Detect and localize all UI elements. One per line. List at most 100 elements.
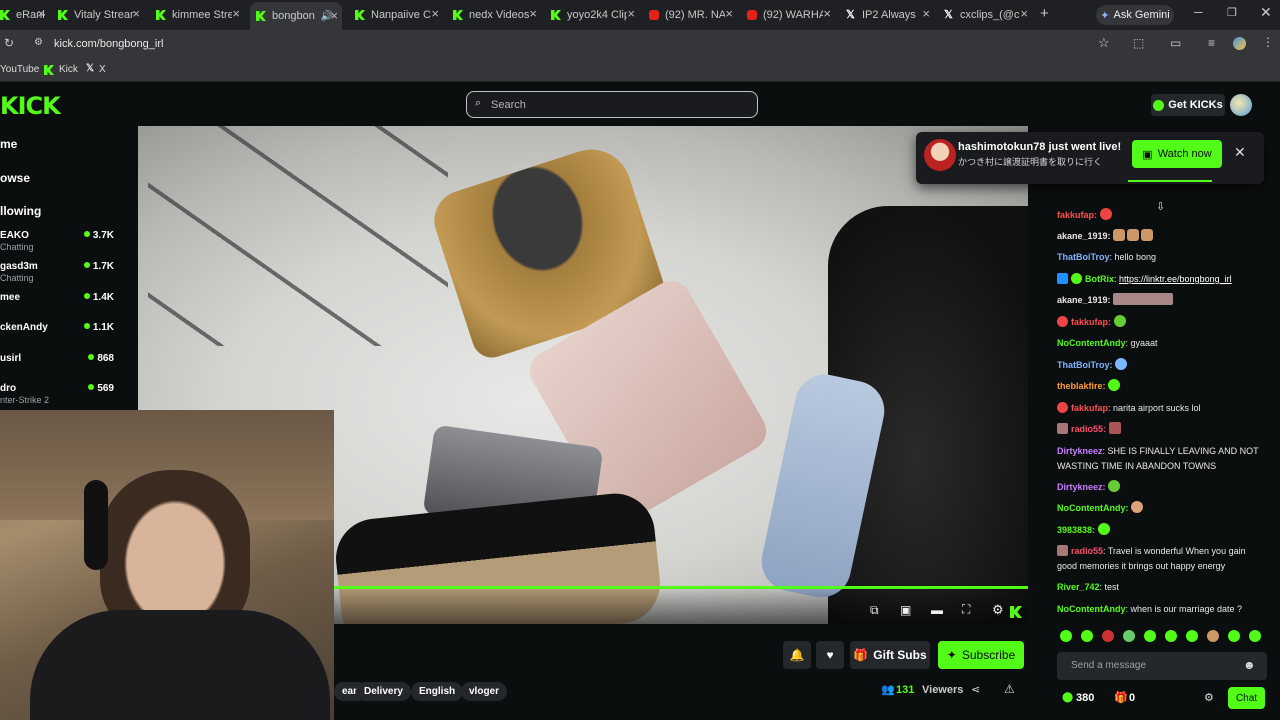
close-tab-icon[interactable]: × xyxy=(1020,6,1028,21)
emote-icon xyxy=(1099,208,1112,220)
maximize-icon[interactable]: ❐ xyxy=(1227,6,1237,19)
close-window-icon[interactable]: ✕ xyxy=(1260,4,1272,21)
points-icon: ⬤ xyxy=(1062,692,1074,703)
url-field[interactable]: kick.com/bongbong_irl xyxy=(54,38,163,50)
emote-icon[interactable] xyxy=(1165,630,1177,642)
extensions-icon[interactable]: ⬚ xyxy=(1133,36,1144,50)
close-tab-icon[interactable]: × xyxy=(431,6,439,21)
get-kicks-button[interactable]: Get KICKs xyxy=(1151,94,1225,116)
search-bar[interactable]: ⌕ Search xyxy=(466,91,758,118)
browser-tab[interactable]: kimmee Stre × xyxy=(156,4,240,26)
chat-input[interactable]: Send a message ☻ xyxy=(1057,652,1267,680)
bookmark-star-icon[interactable]: ☆ xyxy=(1098,35,1110,51)
emote-icon[interactable] xyxy=(1060,630,1072,642)
emote-icon[interactable] xyxy=(1228,630,1240,642)
close-tab-icon[interactable]: × xyxy=(132,6,140,21)
media-control-icon[interactable]: ≡ xyxy=(1208,36,1215,50)
minimize-icon[interactable]: ─ xyxy=(1194,5,1203,19)
browser-tab-active[interactable]: bongbon 🔊 × xyxy=(250,2,342,30)
sidebar-channel[interactable]: gasd3m Chatting 1.7K xyxy=(0,261,114,291)
follow-heart-button[interactable]: ♥ xyxy=(816,641,844,669)
bookmark-kick[interactable]: Kick xyxy=(59,64,78,75)
chat-send-button[interactable]: Chat xyxy=(1228,687,1265,709)
close-tab-icon[interactable]: × xyxy=(37,6,45,21)
close-tab-icon[interactable]: × xyxy=(725,6,733,21)
browser-tab[interactable]: Vitaly Stream × xyxy=(58,4,140,26)
browser-tab[interactable]: nedx Videos × xyxy=(453,4,537,26)
close-tab-icon[interactable]: × xyxy=(627,6,635,21)
verified-badge-icon xyxy=(1057,273,1068,284)
watch-now-button[interactable]: ▣ Watch now xyxy=(1132,140,1222,168)
subscribe-button[interactable]: ✦ Subscribe xyxy=(938,641,1024,669)
sidebar-channel[interactable]: mee 1.4K xyxy=(0,292,114,322)
headphones-icon xyxy=(84,480,108,570)
points-count[interactable]: 380 xyxy=(1076,692,1094,704)
settings-icon[interactable]: ⚙ xyxy=(992,602,1004,618)
chat-message: River_742: test xyxy=(1057,582,1120,592)
kick-icon xyxy=(44,65,54,75)
gift-count[interactable]: 0 xyxy=(1129,692,1135,704)
x-icon: 𝕏 xyxy=(86,63,95,74)
nav-browse[interactable]: owse xyxy=(0,171,30,185)
search-placeholder: Search xyxy=(491,99,526,111)
site-info-icon[interactable]: ⚙ xyxy=(34,37,43,48)
emote-icon[interactable] xyxy=(1186,630,1198,642)
emote-icon[interactable] xyxy=(1144,630,1156,642)
theater-icon[interactable]: ▬ xyxy=(931,603,943,617)
chat-settings-icon[interactable]: ⚙ xyxy=(1204,691,1214,704)
stream-tag[interactable]: Delivery xyxy=(356,682,411,701)
close-tab-icon[interactable]: × xyxy=(232,6,240,21)
stream-tag[interactable]: English xyxy=(411,682,464,701)
bookmark-youtube[interactable]: YouTube xyxy=(0,64,39,75)
mini-player-icon[interactable]: ▣ xyxy=(900,603,911,617)
chat-link[interactable]: https://linktr.ee/bongbong_irl xyxy=(1119,274,1232,284)
browser-tab[interactable]: (92) WARHA × xyxy=(747,4,831,26)
chat-message: akane_1919: xyxy=(1057,229,1267,244)
close-tab-icon[interactable]: × xyxy=(529,6,537,21)
notification-bell-button[interactable]: 🔔 xyxy=(783,641,811,669)
progress-track[interactable] xyxy=(334,586,1028,589)
fullscreen-icon[interactable]: ⛶ xyxy=(962,602,970,617)
sidebar-channel[interactable]: EAKO Chatting 3.7K xyxy=(0,230,114,260)
emote-icon[interactable] xyxy=(1249,630,1261,642)
gift-subs-button[interactable]: 🎁 Gift Subs xyxy=(850,641,930,669)
kick-icon xyxy=(551,10,561,20)
stream-info-bar: 🔔 ♥ 🎁 Gift Subs ✦ Subscribe ean Delivery… xyxy=(334,624,1028,720)
report-icon[interactable]: ⚠ xyxy=(1004,682,1015,696)
close-tab-icon[interactable]: × xyxy=(823,6,831,21)
browser-tab[interactable]: 𝕏 cxclips_(@c × xyxy=(944,4,1028,26)
kick-icon xyxy=(355,10,365,20)
user-avatar[interactable] xyxy=(1230,94,1252,116)
emoji-picker-icon[interactable]: ☻ xyxy=(1243,658,1256,672)
emote-icon[interactable] xyxy=(1123,630,1135,642)
profile-avatar-icon[interactable] xyxy=(1233,37,1246,50)
nav-home[interactable]: me xyxy=(0,137,17,151)
sidebar-channel[interactable]: usirl 868 xyxy=(0,353,114,383)
share-icon[interactable]: ⋖ xyxy=(971,683,980,696)
browser-tab[interactable]: eRank × xyxy=(0,4,45,26)
close-tab-icon[interactable]: × xyxy=(330,8,338,23)
browser-tab[interactable]: yoyo2k4 Clip × xyxy=(551,4,635,26)
emote-icon[interactable] xyxy=(1081,630,1093,642)
reload-icon[interactable]: ↻ xyxy=(4,36,14,50)
emote-icon[interactable] xyxy=(1207,630,1219,642)
browser-menu-icon[interactable]: ⋮ xyxy=(1262,35,1274,49)
close-toast-icon[interactable]: ✕ xyxy=(1234,144,1246,161)
streamer-avatar[interactable] xyxy=(924,139,956,171)
ask-gemini-button[interactable]: ✦ Ask Gemini xyxy=(1096,5,1174,25)
browser-tab[interactable]: (92) MR. NA × xyxy=(649,4,733,26)
kick-logo[interactable]: KICK xyxy=(0,92,61,120)
tab-search-icon[interactable]: ▭ xyxy=(1170,36,1181,50)
close-tab-icon[interactable]: × xyxy=(922,6,930,21)
browser-tab[interactable]: 𝕏 IP2 Always × xyxy=(846,4,930,26)
pip-icon[interactable]: ⧉ xyxy=(870,603,879,618)
browser-tab[interactable]: Nanpaiive Cl × xyxy=(355,4,439,26)
sidebar-channel[interactable]: dro nter-Strike 2 569 xyxy=(0,383,114,413)
progress-fill xyxy=(334,586,1028,589)
stream-tag[interactable]: vloger xyxy=(461,682,508,701)
sidebar-channel[interactable]: ckenAndy 1.1K xyxy=(0,322,114,352)
nav-following[interactable]: llowing xyxy=(0,204,41,218)
new-tab-icon[interactable]: + xyxy=(1040,5,1049,22)
emote-icon[interactable] xyxy=(1102,630,1114,642)
bookmark-x[interactable]: X xyxy=(99,64,106,75)
